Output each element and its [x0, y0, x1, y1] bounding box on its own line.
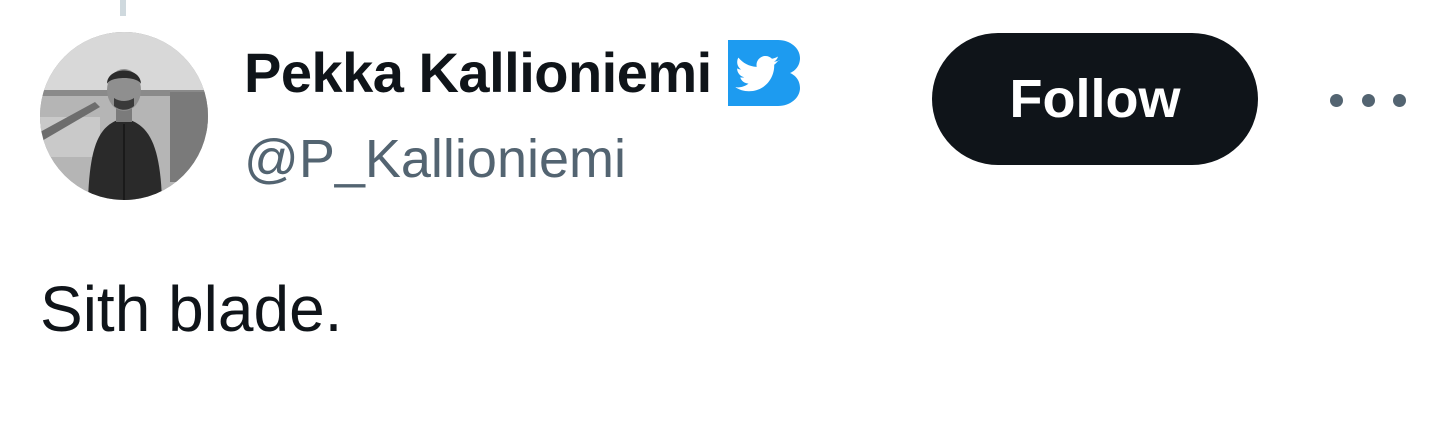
- author-display-name[interactable]: Pekka Kallioniemi: [244, 40, 712, 106]
- thread-connector-line: [120, 0, 126, 16]
- author-handle[interactable]: @P_Kallioniemi: [244, 126, 626, 192]
- more-dot: [1330, 93, 1343, 107]
- more-dot: [1361, 93, 1375, 107]
- author-name-row: Pekka Kallioniemi: [244, 40, 800, 106]
- more-options-icon[interactable]: [1330, 80, 1406, 120]
- avatar-photo: [40, 32, 208, 200]
- more-dot: [1393, 93, 1406, 107]
- avatar[interactable]: [40, 32, 208, 200]
- tweet-text: Sith blade.: [40, 273, 343, 345]
- follow-button[interactable]: Follow: [932, 33, 1258, 165]
- verified-icon[interactable]: [727, 40, 800, 106]
